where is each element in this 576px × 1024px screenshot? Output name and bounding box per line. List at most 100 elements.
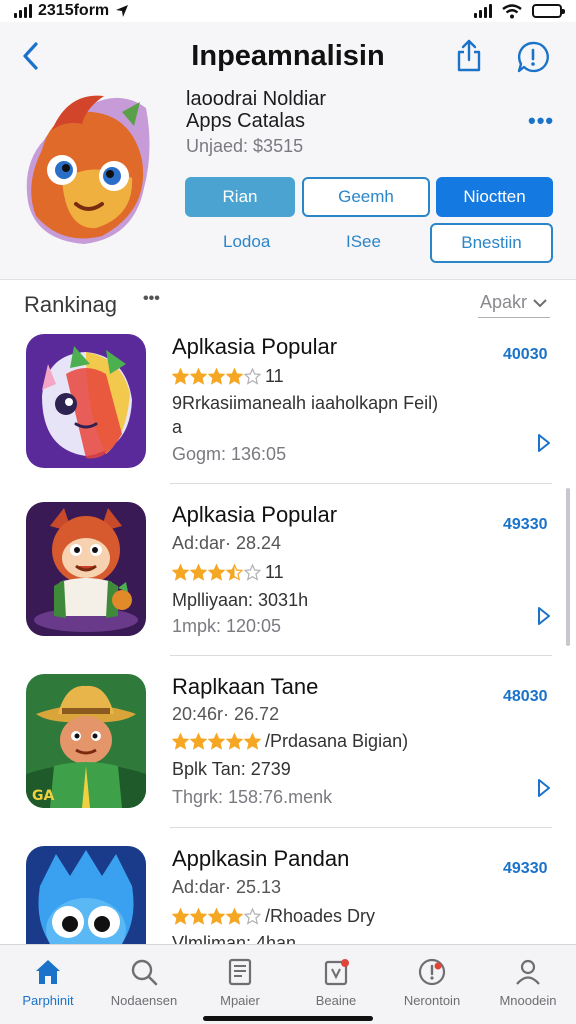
sort-underline — [478, 317, 550, 318]
sort-label: Apakr — [480, 292, 528, 312]
star-empty-icon — [244, 908, 261, 925]
home-icon — [36, 960, 60, 984]
chevron-right-icon[interactable] — [536, 777, 552, 799]
item-title: Aplkasia Popular — [172, 334, 338, 359]
star-filled-icon — [190, 908, 207, 925]
item-meta: Thgrk: 158:76.menk — [172, 787, 333, 807]
tab-profile[interactable]: Mnoodein — [480, 945, 576, 1024]
tab-notebook[interactable]: Beaine — [288, 945, 384, 1024]
wifi-icon — [502, 3, 522, 18]
more-options-icon[interactable]: ••• — [528, 108, 554, 134]
rating-count: 11 — [265, 562, 284, 582]
item-price: 49330 — [503, 516, 548, 533]
alert-icon[interactable] — [516, 40, 550, 74]
signal-icon — [14, 4, 32, 18]
document-icon — [228, 958, 252, 986]
star-filled-icon — [190, 733, 207, 750]
cellular-icon — [474, 4, 492, 18]
plan-button[interactable]: Rian — [185, 177, 295, 217]
tab-notifications[interactable]: Nerontoin — [384, 945, 480, 1024]
star-empty-icon — [244, 368, 261, 385]
star-filled-icon — [172, 733, 189, 750]
tab-label: Parphinit — [22, 993, 74, 1008]
item-price: 48030 — [503, 688, 548, 705]
item-title: Raplkaan Tane — [172, 674, 319, 699]
app-header: Inpeamnalisin laoodrai Noldiar Apps Cata… — [0, 22, 576, 280]
star-filled-icon — [244, 733, 261, 750]
star-filled-icon — [226, 733, 243, 750]
star-filled-icon — [226, 368, 243, 385]
star-empty-icon — [244, 564, 261, 581]
tab-bar: Parphinit Nodaensen Mpaier Beaine Neront… — [0, 944, 576, 1024]
app-meta: Unjaed: $3515 — [186, 136, 304, 156]
list-item[interactable]: GA Raplkaan Tane 20:46r· 26.72 /Prdasana… — [0, 664, 576, 836]
star-filled-icon — [208, 733, 225, 750]
item-subtitle: 20:46r· 26.72 — [172, 704, 280, 724]
app-icon-2 — [26, 502, 146, 636]
item-description: 9Rrkasiimanealh iaaholkapn Feil) — [172, 393, 439, 413]
status-right — [474, 3, 565, 19]
item-description: Bplk Tan: 2739 — [172, 759, 291, 779]
section-more-icon[interactable]: ••• — [143, 290, 160, 308]
tab-home[interactable]: Parphinit — [0, 945, 96, 1024]
list-divider — [170, 827, 552, 828]
chevron-right-icon[interactable] — [536, 605, 552, 627]
tab-documents[interactable]: Mpaier — [192, 945, 288, 1024]
item-meta: 1mpk: 120:05 — [172, 616, 282, 636]
home-indicator[interactable] — [203, 1016, 373, 1021]
search-button[interactable]: Geemh — [302, 177, 430, 217]
notebook-icon — [324, 959, 349, 986]
list-item[interactable]: Aplkasia Popular Ad:dar· 28.24 11 Mplliy… — [0, 492, 576, 664]
list-item[interactable]: Applkasin Pandan Ad:dar· 25.13 /Rhoades … — [0, 836, 576, 944]
tab-label: Nodaensen — [110, 993, 178, 1008]
app-mascot-icon — [26, 95, 150, 244]
search-icon — [131, 959, 158, 986]
page-title: Inpeamnalisin — [191, 40, 385, 72]
rating-text: /Prdasana Bigian) — [265, 731, 409, 751]
app-icon-1 — [26, 334, 146, 468]
status-left: 2315form — [14, 2, 129, 20]
tab-label: Mnoodein — [499, 993, 557, 1008]
item-subtitle: Ad:dar· 25.13 — [172, 877, 282, 897]
rating-count: 11 — [265, 366, 284, 386]
star-rating — [172, 908, 261, 925]
star-half-icon — [226, 564, 243, 581]
status-time: 2315form — [38, 2, 110, 19]
item-title: Aplkasia Popular — [172, 502, 338, 527]
item-meta: Gogm: 136:05 — [172, 444, 287, 464]
star-filled-icon — [172, 564, 189, 581]
section-button[interactable]: Bnestiin — [430, 223, 553, 263]
tab-label: Mpaier — [220, 993, 260, 1008]
list-divider — [170, 483, 552, 484]
section-title: Rankinag — [24, 292, 117, 317]
star-filled-icon — [208, 564, 225, 581]
item-rating: 11 — [172, 562, 284, 583]
star-filled-icon — [190, 368, 207, 385]
share-icon[interactable] — [454, 38, 484, 74]
list-item[interactable]: Aplkasia Popular 11 9Rrkasiimanealh iaah… — [0, 326, 576, 498]
scrollbar[interactable] — [566, 488, 570, 646]
see-link[interactable]: ISee — [346, 232, 381, 252]
star-rating — [172, 564, 261, 581]
load-link[interactable]: Lodoa — [223, 232, 270, 252]
star-filled-icon — [208, 368, 225, 385]
tab-label: Beaine — [315, 993, 357, 1008]
tab-search[interactable]: Nodaensen — [96, 945, 192, 1024]
notify-button[interactable]: Nioctten — [436, 177, 553, 217]
item-description-cont: a — [172, 417, 183, 437]
sort-dropdown[interactable]: Apakr — [480, 292, 547, 313]
star-filled-icon — [190, 564, 207, 581]
rating-text: /Rhoades Dry — [265, 906, 376, 926]
item-subtitle: Ad:dar· 28.24 — [172, 533, 282, 553]
list-divider — [170, 655, 552, 656]
chevron-right-icon[interactable] — [536, 432, 552, 454]
chevron-down-icon — [533, 298, 547, 307]
star-filled-icon — [172, 908, 189, 925]
item-description: Mplliyaan: 3031h — [172, 590, 309, 610]
tab-label: Nerontoin — [403, 993, 461, 1008]
app-subtitle: Apps Catalas — [186, 110, 305, 132]
star-filled-icon — [172, 368, 189, 385]
star-filled-icon — [208, 908, 225, 925]
status-bar: 2315form — [0, 0, 576, 22]
app-name: laoodrai Noldiar — [186, 88, 327, 110]
